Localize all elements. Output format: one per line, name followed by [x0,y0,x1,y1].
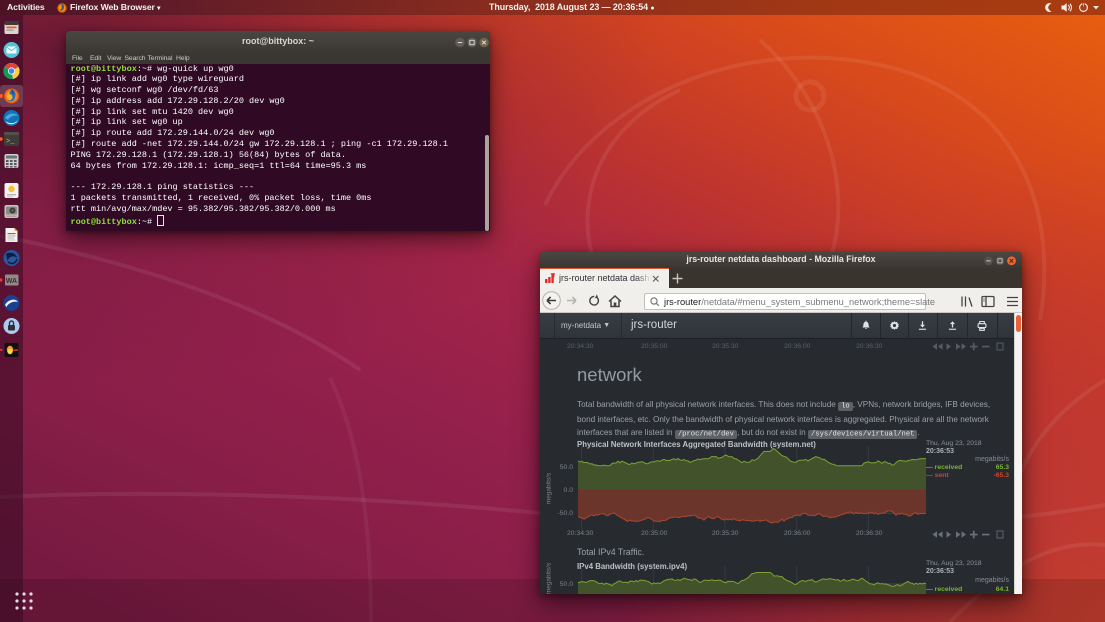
svg-text:WA: WA [6,278,17,285]
svg-text:>_: >_ [6,138,15,146]
